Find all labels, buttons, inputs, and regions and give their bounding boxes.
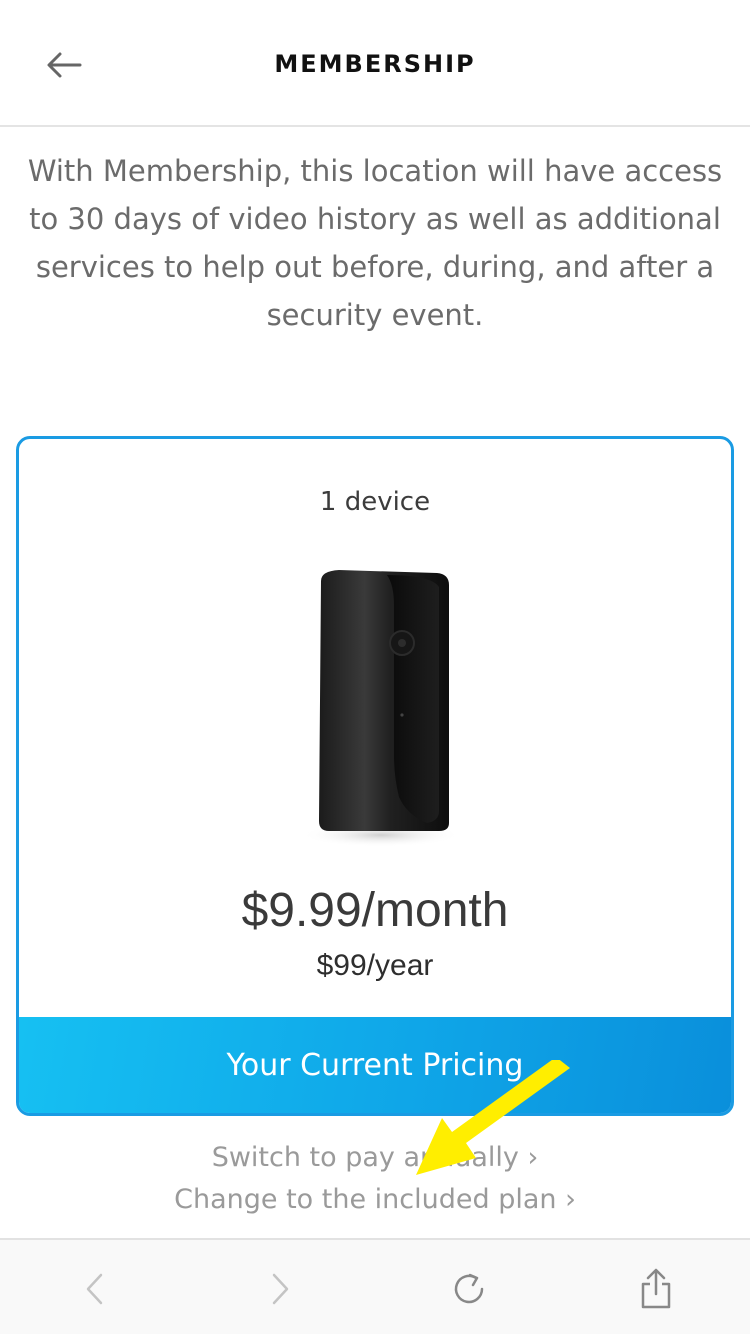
header-bar: MEMBERSHIP [0, 0, 750, 127]
change-plan-link[interactable]: Change to the included plan › [0, 1184, 750, 1215]
share-icon [641, 1268, 671, 1309]
switch-annual-link[interactable]: Switch to pay annually › [0, 1142, 750, 1173]
current-pricing-label: Your Current Pricing [226, 1047, 524, 1083]
browser-back-button[interactable] [67, 1262, 121, 1316]
browser-forward-button[interactable] [254, 1262, 308, 1316]
reload-icon [454, 1273, 484, 1304]
page-title: MEMBERSHIP [274, 50, 476, 78]
chevron-left-icon [86, 1273, 103, 1305]
browser-toolbar [0, 1238, 750, 1334]
current-pricing-banner: Your Current Pricing [19, 1017, 731, 1113]
yearly-price: $99/year [316, 949, 434, 982]
monthly-price: $9.99/month [241, 884, 509, 937]
device-count-label: 1 device [319, 487, 431, 517]
browser-reload-button[interactable] [442, 1262, 496, 1316]
browser-share-button[interactable] [629, 1262, 683, 1316]
plan-card: 1 device $9.99/month $99/year Your Curre… [16, 436, 734, 1116]
chevron-right-icon [272, 1273, 289, 1305]
membership-description: With Membership, this location will have… [27, 154, 723, 332]
security-camera-image [301, 570, 459, 847]
